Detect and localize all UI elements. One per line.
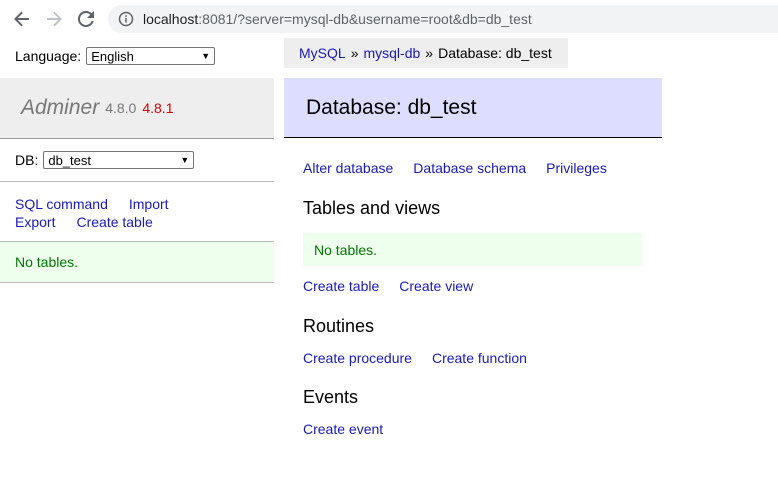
language-row: Language: English ▼ [15, 47, 216, 65]
chevron-down-icon: ▼ [180, 155, 190, 165]
language-select[interactable]: English ▼ [86, 47, 216, 65]
create-table-link[interactable]: Create table [303, 278, 379, 294]
breadcrumb-server[interactable]: mysql-db [363, 45, 420, 61]
reload-icon[interactable] [76, 9, 96, 29]
url-path: :8081/?server=mysql-db&username=root&db=… [198, 11, 532, 27]
breadcrumb-separator: » [350, 45, 359, 61]
divider [0, 181, 274, 182]
export-link[interactable]: Export [15, 214, 55, 230]
db-label: DB: [15, 152, 39, 168]
version: 4.8.0 [105, 100, 137, 116]
sql-command-link[interactable]: SQL command [15, 196, 108, 212]
routines-heading: Routines [303, 316, 375, 336]
create-procedure-link[interactable]: Create procedure [303, 350, 412, 366]
breadcrumb-mysql[interactable]: MySQL [299, 45, 346, 61]
browser-toolbar: localhost:8081/?server=mysql-db&username… [0, 0, 778, 38]
forward-icon[interactable] [44, 9, 64, 29]
database-actions: Alter database Database schema Privileges [303, 160, 627, 176]
create-table-link-sidebar[interactable]: Create table [76, 214, 152, 230]
url-host: localhost [143, 11, 199, 27]
back-icon[interactable] [12, 9, 32, 29]
page-title: Database: db_test [284, 78, 662, 138]
adminer-header: Adminer 4.8.0 4.8.1 [0, 78, 274, 139]
privileges-link[interactable]: Privileges [546, 160, 607, 176]
routine-actions: Create procedure Create function [303, 350, 547, 366]
breadcrumb-separator: » [425, 45, 434, 61]
event-actions: Create event [303, 421, 403, 437]
new-version-link[interactable]: 4.8.1 [142, 100, 173, 116]
db-selected-value: db_test [48, 152, 91, 168]
chevron-down-icon: ▼ [201, 51, 211, 61]
db-select[interactable]: db_test ▼ [43, 151, 195, 169]
info-icon[interactable] [118, 11, 134, 27]
url-text[interactable]: localhost:8081/?server=mysql-db&username… [143, 11, 532, 27]
no-tables-message-sidebar: No tables. [0, 241, 274, 283]
create-event-link[interactable]: Create event [303, 421, 383, 437]
language-selected-value: English [91, 48, 134, 64]
alter-database-link[interactable]: Alter database [303, 160, 393, 176]
language-label: Language: [15, 48, 82, 64]
db-row: DB: db_test ▼ [15, 151, 195, 169]
address-bar[interactable]: localhost:8081/?server=mysql-db&username… [108, 5, 778, 33]
create-function-link[interactable]: Create function [432, 350, 527, 366]
database-schema-link[interactable]: Database schema [413, 160, 526, 176]
app-name[interactable]: Adminer [21, 96, 99, 120]
tables-heading: Tables and views [303, 198, 441, 218]
sidebar-links: SQL command Import Export Create table [15, 195, 265, 231]
no-tables-message: No tables. [303, 233, 642, 266]
table-actions: Create table Create view [303, 278, 493, 294]
breadcrumb: MySQL » mysql-db » Database: db_test [284, 38, 568, 68]
breadcrumb-current: Database: db_test [438, 45, 552, 61]
sidebar: Language: English ▼ Adminer 4.8.0 4.8.1 … [0, 38, 274, 499]
import-link[interactable]: Import [129, 196, 169, 212]
create-view-link[interactable]: Create view [399, 278, 473, 294]
events-heading: Events [303, 387, 359, 407]
